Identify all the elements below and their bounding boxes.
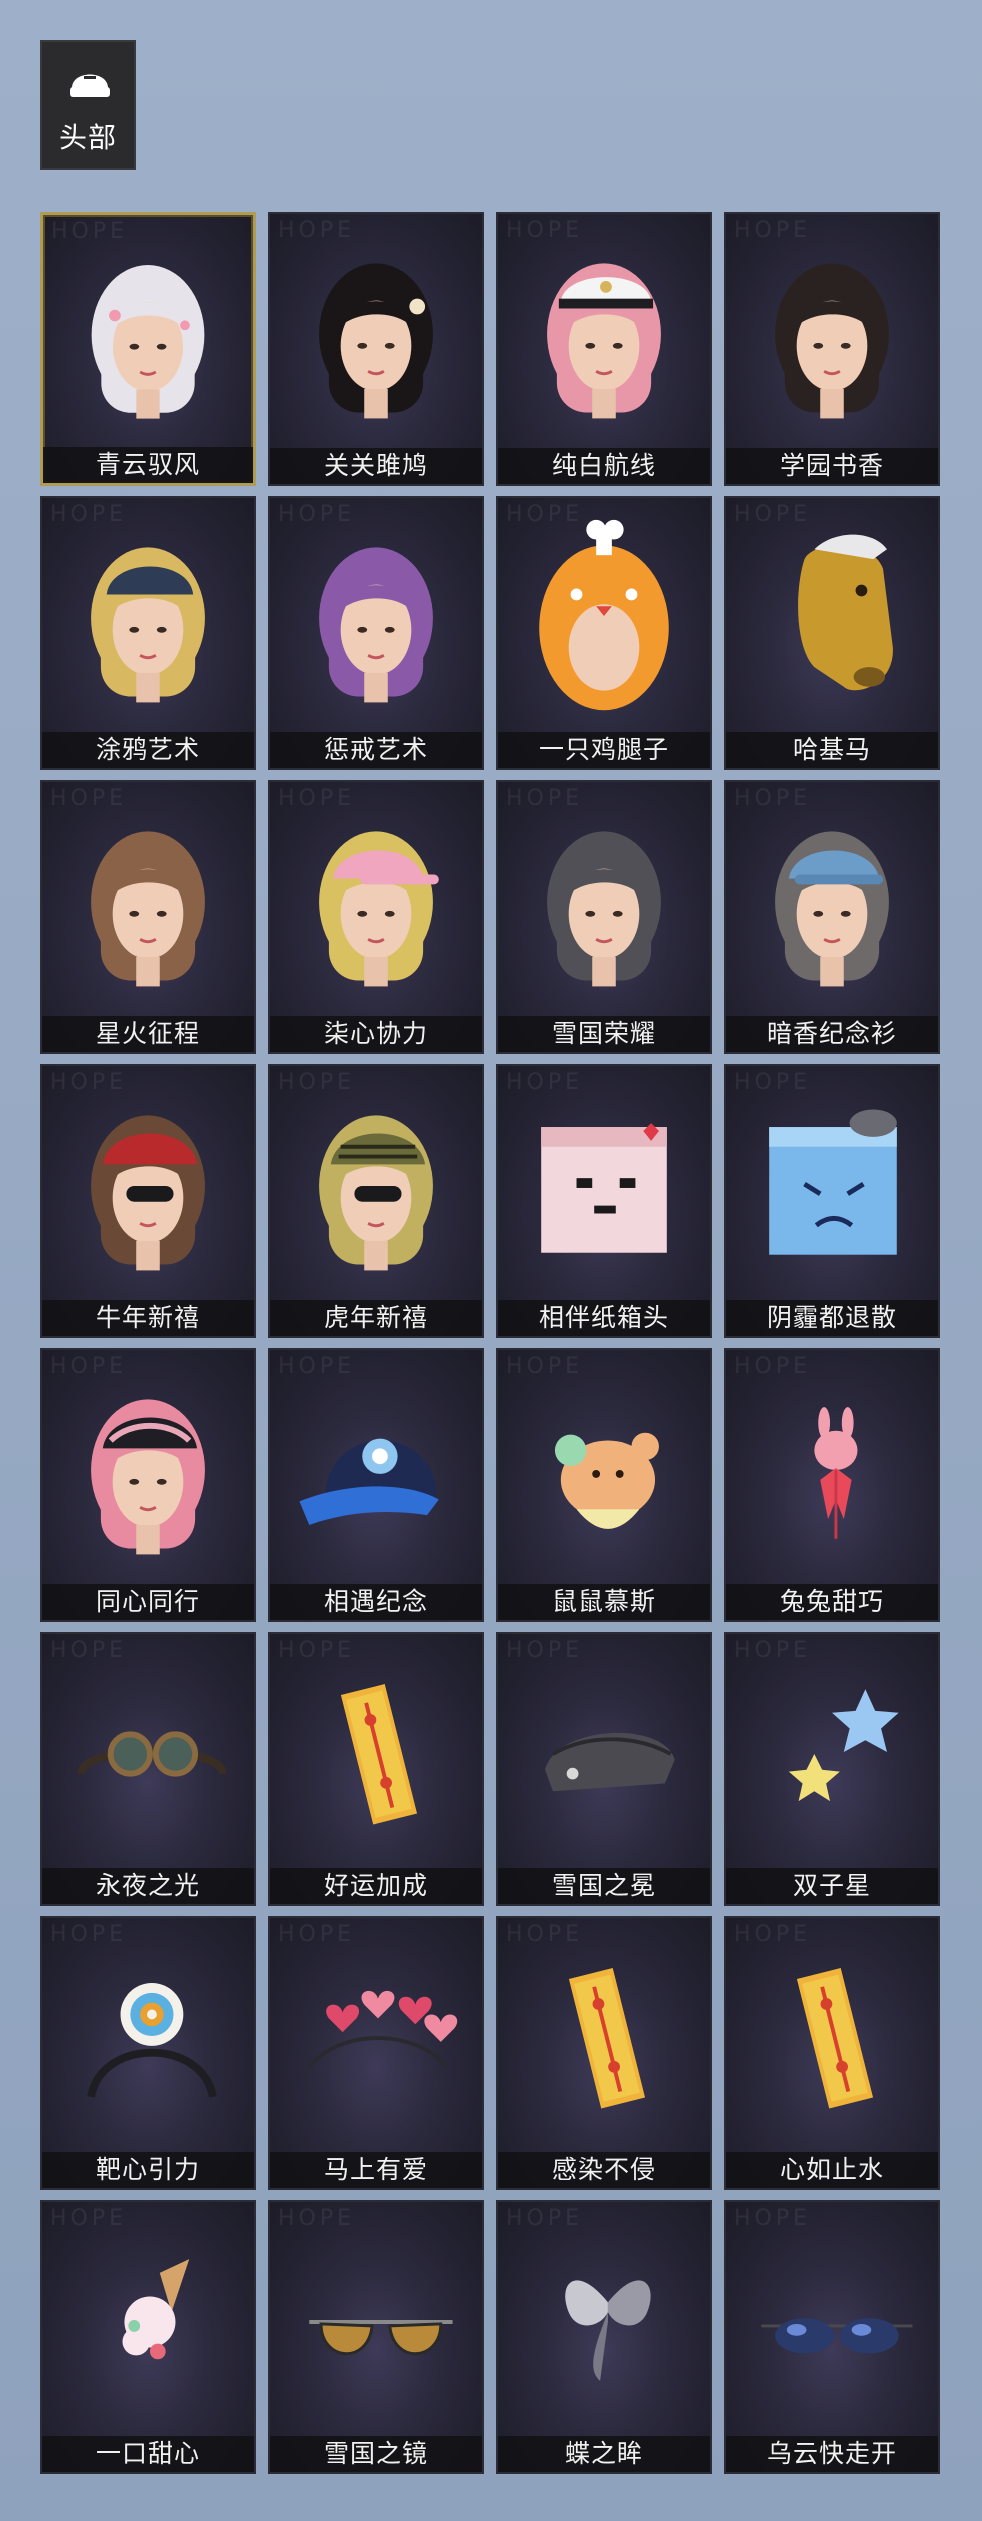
item-card[interactable]: HOPE 马上有爱 [268, 1916, 484, 2190]
item-name: 相伴纸箱头 [498, 1300, 710, 1336]
item-name: 关关雎鸠 [270, 448, 482, 484]
item-name: 柒心协力 [270, 1016, 482, 1052]
head-purple-icon [319, 547, 433, 703]
category-label: 头部 [58, 121, 117, 154]
butterfly-icon [565, 2280, 651, 2381]
head-gray-icon [547, 831, 661, 987]
item-card[interactable]: HOPE 心如止水 [724, 1916, 940, 2190]
garrison-cap-icon [545, 1732, 675, 1792]
item-name: 相遇纪念 [270, 1584, 482, 1620]
item-name: 蝶之眸 [498, 2436, 710, 2472]
head-dark-icon [775, 263, 889, 419]
blue-box-icon [769, 1109, 897, 1255]
item-card[interactable]: HOPE 牛年新禧 [40, 1064, 256, 1338]
item-card[interactable]: HOPE 感染不侵 [496, 1916, 712, 2190]
item-name: 雪国之冕 [498, 1868, 710, 1904]
category-tab-head[interactable]: 头部 [40, 40, 136, 170]
item-card[interactable]: HOPE 好运加成 [268, 1632, 484, 1906]
item-card[interactable]: HOPE 惩戒艺术 [268, 496, 484, 770]
item-name: 惩戒艺术 [270, 732, 482, 768]
item-card[interactable]: HOPE 兔兔甜巧 [724, 1348, 940, 1622]
baseball-cap-icon [299, 1438, 439, 1525]
head-white-icon [91, 265, 205, 419]
item-card[interactable]: HOPE 永夜之光 [40, 1632, 256, 1906]
item-card[interactable]: HOPE 同心同行 [40, 1348, 256, 1622]
item-name: 好运加成 [270, 1868, 482, 1904]
item-card[interactable]: HOPE 雪国荣耀 [496, 780, 712, 1054]
horse-mask-icon [798, 534, 893, 691]
item-name: 心如止水 [726, 2152, 938, 2188]
head-pink-cap-icon [91, 1399, 205, 1555]
item-name: 暗香纪念衫 [726, 1016, 938, 1052]
item-card[interactable]: HOPE 青云驭风 [40, 212, 256, 486]
head-cap-blue-icon [775, 831, 889, 987]
head-blonde-cap-icon [319, 831, 439, 987]
target-headband-icon [87, 1983, 217, 2098]
item-name: 涂鸦艺术 [42, 732, 254, 768]
item-name: 学园书香 [726, 448, 938, 484]
item-name: 永夜之光 [42, 1868, 254, 1904]
head-tiger-cap-icon [319, 1115, 433, 1271]
item-card[interactable]: HOPE 暗香纪念衫 [724, 780, 940, 1054]
item-name: 雪国之镜 [270, 2436, 482, 2472]
item-name: 一只鸡腿子 [498, 732, 710, 768]
item-card[interactable]: HOPE 关关雎鸠 [268, 212, 484, 486]
ice-cream-icon [122, 2259, 190, 2360]
item-card[interactable]: HOPE 阴霾都退散 [724, 1064, 940, 1338]
item-name: 双子星 [726, 1868, 938, 1904]
item-name: 兔兔甜巧 [726, 1584, 938, 1620]
item-card[interactable]: HOPE 雪国之镜 [268, 2200, 484, 2474]
talisman-icon [796, 1968, 874, 2109]
item-card[interactable]: HOPE 乌云快走开 [724, 2200, 940, 2474]
item-card[interactable]: HOPE 一口甜心 [40, 2200, 256, 2474]
item-name: 青云驭风 [43, 447, 253, 483]
item-name: 哈基马 [726, 732, 938, 768]
item-name: 雪国荣耀 [498, 1016, 710, 1052]
goggles-icon [77, 1731, 227, 1777]
item-card[interactable]: HOPE 相遇纪念 [268, 1348, 484, 1622]
hearts-headband-icon [307, 1990, 458, 2069]
head-blonde-beanie-icon [91, 547, 205, 703]
item-name: 阴霾都退散 [726, 1300, 938, 1336]
cloud-glasses-icon [761, 2318, 913, 2354]
head-red-cap-icon [91, 1115, 205, 1271]
item-name: 星火征程 [42, 1016, 254, 1052]
item-card[interactable]: HOPE 涂鸦艺术 [40, 496, 256, 770]
head-brown-icon [91, 831, 205, 987]
item-card[interactable]: HOPE 雪国之冕 [496, 1632, 712, 1906]
item-card[interactable]: HOPE 相伴纸箱头 [496, 1064, 712, 1338]
chicken-leg-hood-icon [539, 519, 669, 711]
item-card[interactable]: HOPE 学园书香 [724, 212, 940, 486]
item-name: 一口甜心 [42, 2436, 254, 2472]
item-card[interactable]: HOPE 星火征程 [40, 780, 256, 1054]
head-pink-captain-icon [547, 263, 661, 419]
bunny-pin-icon [814, 1407, 858, 1539]
item-name: 感染不侵 [498, 2152, 710, 2188]
mousse-icon [554, 1432, 659, 1529]
talisman-icon [568, 1968, 646, 2109]
item-card[interactable]: HOPE 鼠鼠慕斯 [496, 1348, 712, 1622]
item-name: 靶心引力 [42, 2152, 254, 2188]
item-name: 纯白航线 [498, 448, 710, 484]
item-name: 鼠鼠慕斯 [498, 1584, 710, 1620]
item-card[interactable]: HOPE 柒心协力 [268, 780, 484, 1054]
item-name: 马上有爱 [270, 2152, 482, 2188]
twin-stars-icon [788, 1689, 899, 1802]
item-name: 虎年新禧 [270, 1300, 482, 1336]
item-name: 乌云快走开 [726, 2436, 938, 2472]
hat-icon [70, 74, 110, 97]
head-black-icon [319, 263, 433, 419]
pink-box-icon [541, 1123, 667, 1253]
item-card[interactable]: HOPE 蝶之眸 [496, 2200, 712, 2474]
talisman-icon [340, 1684, 418, 1825]
item-card[interactable]: HOPE 纯白航线 [496, 212, 712, 486]
item-name: 牛年新禧 [42, 1300, 254, 1336]
item-card[interactable]: HOPE 双子星 [724, 1632, 940, 1906]
item-card[interactable]: HOPE 哈基马 [724, 496, 940, 770]
item-name: 同心同行 [42, 1584, 254, 1620]
aviators-icon [309, 2320, 453, 2356]
item-card[interactable]: HOPE 一只鸡腿子 [496, 496, 712, 770]
item-card[interactable]: HOPE 虎年新禧 [268, 1064, 484, 1338]
item-card[interactable]: HOPE 靶心引力 [40, 1916, 256, 2190]
